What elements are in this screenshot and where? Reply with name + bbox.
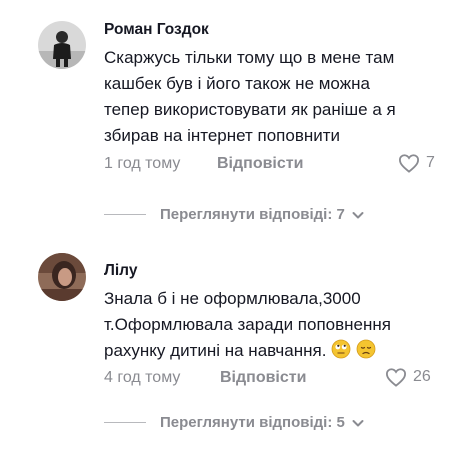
comment-text-line: рахунку дитині на навчання. xyxy=(104,338,376,367)
avatar[interactable] xyxy=(38,253,86,301)
divider-line xyxy=(104,214,146,215)
comment-timestamp: 1 год тому xyxy=(104,155,181,172)
view-replies-button[interactable]: Переглянути відповіді: 5 xyxy=(104,414,365,431)
reply-button[interactable]: Відповісти xyxy=(217,155,303,173)
comment-text-line: Знала б і не оформлювала,3000 xyxy=(104,289,361,308)
heart-icon xyxy=(398,153,420,173)
chevron-down-icon xyxy=(351,208,365,222)
heart-icon xyxy=(385,367,407,387)
avatar-photo xyxy=(38,21,86,69)
disappointed-face-emoji xyxy=(356,339,376,367)
comment-text-line: Скаржусь тільки тому що в мене там xyxy=(104,48,395,67)
comment-text-line: збирав на інтернет поповнити xyxy=(104,126,341,145)
avatar-photo xyxy=(38,253,86,301)
like-button[interactable]: 26 xyxy=(385,367,431,387)
avatar[interactable] xyxy=(38,21,86,69)
like-button[interactable]: 7 xyxy=(398,153,435,173)
comment-timestamp: 4 год тому xyxy=(104,369,181,386)
like-count: 7 xyxy=(426,154,435,171)
chevron-down-icon xyxy=(351,416,365,430)
rolling-eyes-emoji xyxy=(331,339,351,367)
reply-button[interactable]: Відповісти xyxy=(220,369,306,387)
comment-author[interactable]: Лілу xyxy=(104,262,137,280)
comment-text-line: т.Оформлювала заради поповнення xyxy=(104,315,391,334)
comment-text-line: кашбек був і його також не можна xyxy=(104,74,370,93)
comment-text-line: тепер використовувати як раніше а я xyxy=(104,100,396,119)
view-replies-button[interactable]: Переглянути відповіді: 7 xyxy=(104,206,365,223)
like-count: 26 xyxy=(413,368,431,385)
comment-author[interactable]: Роман Гоздок xyxy=(104,21,209,39)
view-replies-label: Переглянути відповіді: 5 xyxy=(160,414,345,431)
divider-line xyxy=(104,422,146,423)
comment-text: рахунку дитині на навчання. xyxy=(104,341,327,360)
view-replies-label: Переглянути відповіді: 7 xyxy=(160,206,345,223)
